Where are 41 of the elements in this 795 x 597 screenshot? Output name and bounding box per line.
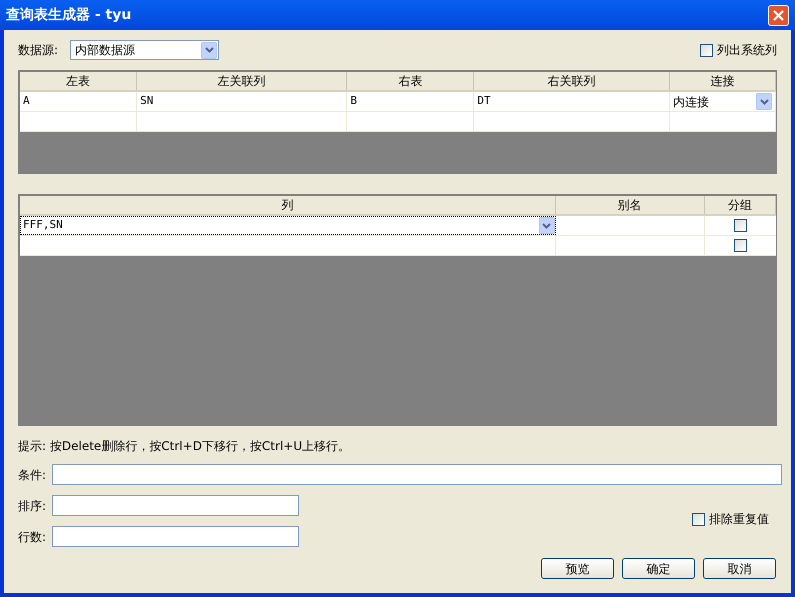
table-cell: A <box>20 92 138 111</box>
text-field[interactable] <box>52 526 299 547</box>
close-button[interactable] <box>768 4 789 26</box>
hint-text: 提示: 按Delete删除行，按Ctrl+D下移行，按Ctrl+U上移行。 <box>18 438 350 455</box>
text-field[interactable] <box>52 495 299 516</box>
join-type-value: 内连接 <box>672 94 710 110</box>
column-header[interactable]: 分组 <box>704 196 776 214</box>
dialog-button[interactable]: 确定 <box>622 558 695 579</box>
column-header[interactable]: 左关联列 <box>137 72 348 90</box>
checkbox[interactable] <box>734 239 747 252</box>
field-label: 行数: <box>18 528 48 546</box>
chevron-down-icon <box>542 222 552 228</box>
field-label: 条件: <box>18 466 48 484</box>
field-label: 排序: <box>18 498 48 514</box>
window-title: 查询表生成器 - tyu <box>6 6 132 24</box>
column-header[interactable]: 别名 <box>556 196 705 214</box>
chevron-down-icon <box>204 47 214 53</box>
column-header[interactable]: 连接 <box>670 72 776 90</box>
dialog-button[interactable]: 取消 <box>703 558 776 579</box>
checkbox[interactable] <box>692 512 705 526</box>
dropdown-button[interactable] <box>756 93 772 110</box>
checkbox[interactable] <box>700 44 713 56</box>
table-cell: DT <box>474 92 670 111</box>
table-cell: SN <box>137 92 348 111</box>
checkbox-label: 排除重复值 <box>709 511 769 528</box>
chevron-down-icon <box>760 98 768 104</box>
table-cell-text: FFF,SN <box>22 217 64 234</box>
datasource-dropdown[interactable]: 内部数据源 <box>70 40 219 60</box>
column-header[interactable]: 右表 <box>347 72 474 90</box>
close-icon <box>773 10 784 20</box>
column-header[interactable]: 列 <box>20 196 556 214</box>
datasource-label: 数据源: <box>18 42 60 59</box>
dropdown-button[interactable] <box>201 42 217 58</box>
table-cell: B <box>347 92 474 111</box>
checkbox-label: 列出系统列 <box>717 42 777 59</box>
column-header[interactable]: 右关联列 <box>474 72 670 90</box>
dropdown-button[interactable] <box>538 217 555 234</box>
column-header[interactable]: 左表 <box>20 72 138 90</box>
checkbox[interactable] <box>734 219 747 232</box>
dialog-button[interactable]: 预览 <box>541 558 614 579</box>
text-field[interactable] <box>52 464 782 485</box>
